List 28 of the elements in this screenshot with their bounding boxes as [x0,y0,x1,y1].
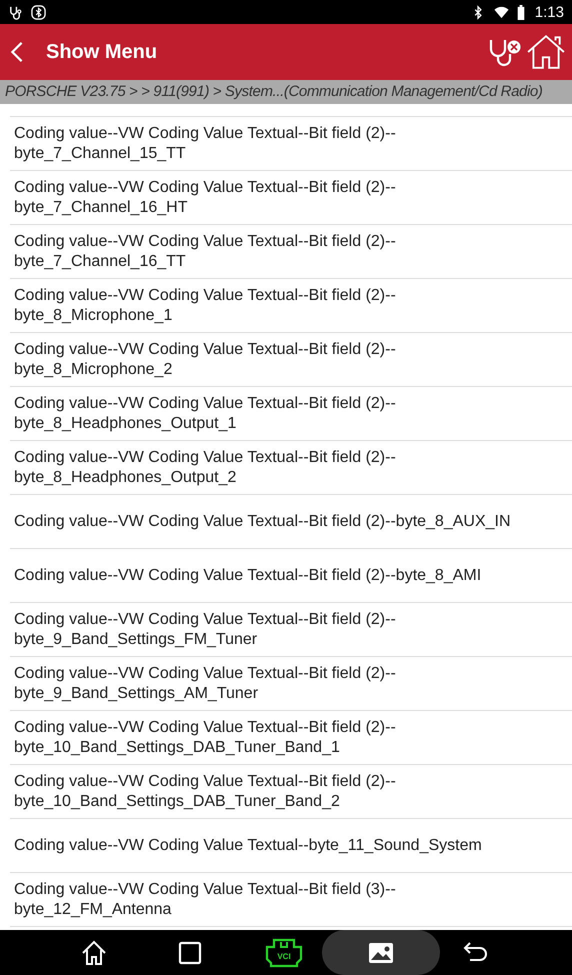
vci-icon[interactable]: VCI [264,938,304,968]
menu-item[interactable]: Coding value--VW Coding Value Textual--Bit field (2)-- byte_7_Channel_15_TT [10,117,572,171]
menu-item[interactable]: Coding value--VW Coding Value Textual--Bit field (2)-- byte_8_Microphone_1 [10,279,572,333]
menu-item[interactable]: Coding value--VW Coding Value Textual--Bit field (2)-- byte_8_Headphones_Output_2 [10,441,572,495]
back-icon[interactable] [10,41,24,63]
stethoscope-icon [8,4,23,20]
menu-item[interactable]: Coding value--VW Coding Value Textual--Bit field (3)-- byte_12_FM_Antenna [10,873,572,927]
menu-item[interactable]: Coding value--VW Coding Value Textual--Bit field (2)-- byte_7_Channel_16_HT [10,171,572,225]
menu-item[interactable]: Coding value--VW Coding Value Textual--Bit field (2)-- byte_9_Band_Settings_AM_Tuner [10,657,572,711]
menu-item[interactable]: Coding value--VW Coding Value Textual--Bit field (2)-- byte_8_Headphones_Output_1 [10,387,572,441]
menu-item[interactable]: Coding value--VW Coding Value Textual--Bit field (2)-- byte_7_Channel_16_TT [10,225,572,279]
page-title: Show Menu [46,40,158,64]
status-time: 1:13 [534,4,564,20]
breadcrumb: PORSCHE V23.75 > > 911(991) > System...(Communication Management/Cd Radio) [0,80,572,104]
wifi-icon [494,4,509,20]
home-icon[interactable] [80,938,108,966]
stethoscope-icon[interactable] [488,37,522,67]
menu-item[interactable]: Coding value--VW Coding Value Textual--Bit field (2)-- byte_9_Band_Settings_FM_Tuner [10,603,572,657]
home-icon[interactable] [526,34,566,70]
menu-item[interactable]: Coding value--VW Coding Value Textual--Bit field (2)-- byte_8_Microphone_2 [10,333,572,387]
menu-item[interactable]: Coding value--VW Coding Value Textual--Bit field (2)-- byte_10_Band_Settings_DAB_Tuner_Band_1 [10,711,572,765]
screenshot-button[interactable] [322,930,440,975]
menu-item[interactable]: Coding value--VW Coding Value Textual--Bit field (2)--byte_8_AMI [10,549,572,603]
menu-item[interactable]: Coding value--VW Coding Value Textual--byte_11_Sound_System [10,819,572,873]
bluetooth-icon [31,4,46,20]
menu-item[interactable]: Coding value--VW Coding Value Textual--Bit field (2)-- byte_10_Band_Settings_DAB_Tuner_Band_2 [10,765,572,819]
menu-item[interactable]: Coding value--VW Coding Value Textual--Bit field (2)--byte_8_AUX_IN [10,495,572,549]
battery-icon [516,4,525,20]
